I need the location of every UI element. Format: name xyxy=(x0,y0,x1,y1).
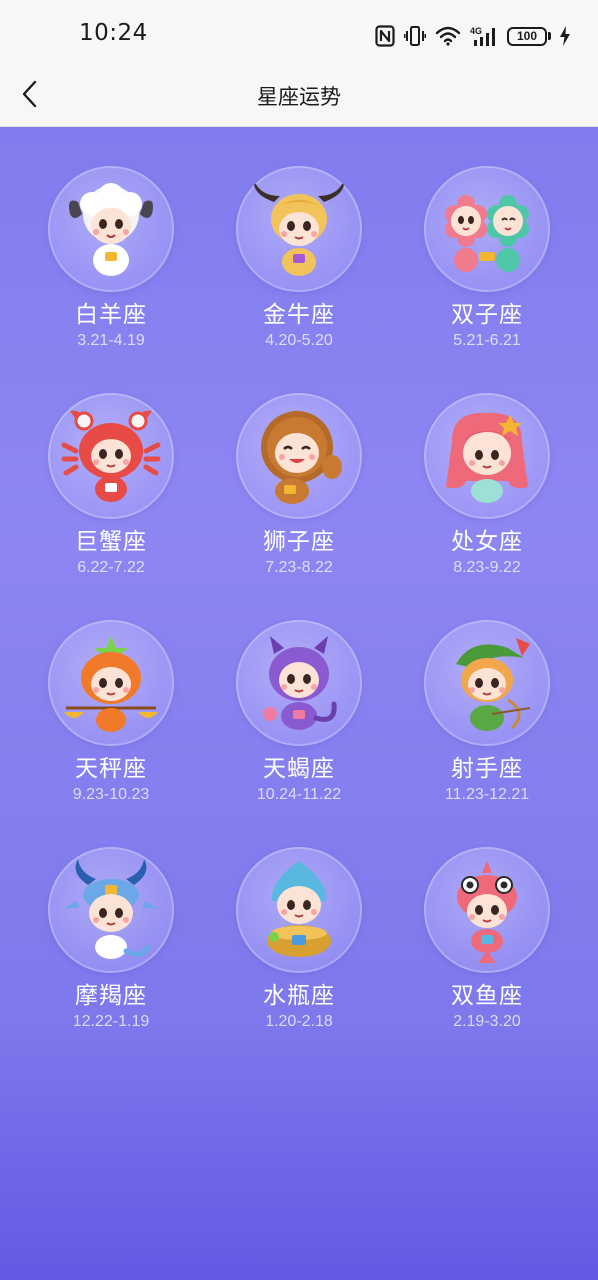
zodiac-item-pisces[interactable]: 双鱼座 2.19-3.20 xyxy=(393,847,581,1074)
aquarius-mascot-icon xyxy=(236,847,362,973)
zodiac-item-aquarius[interactable]: 水瓶座 1.20-2.18 xyxy=(205,847,393,1074)
capricorn-mascot-icon xyxy=(48,847,174,973)
taurus-mascot-icon xyxy=(236,166,362,292)
status-icons: 4G 100 xyxy=(375,22,570,50)
4g-signal-icon: 4G xyxy=(470,25,498,47)
zodiac-item-gemini[interactable]: 双子座 5.21-6.21 xyxy=(393,166,581,393)
zodiac-name: 白羊座 xyxy=(75,302,147,328)
zodiac-grid: 白羊座 3.21-4.19 金牛座 4.20-5.20 双子座 5.21-6.2… xyxy=(17,166,581,1074)
zodiac-name: 天秤座 xyxy=(75,756,147,782)
zodiac-item-cancer[interactable]: 巨蟹座 6.22-7.22 xyxy=(17,393,205,620)
sagittarius-mascot-icon xyxy=(424,620,550,746)
zodiac-date: 4.20-5.20 xyxy=(265,332,333,349)
cancer-mascot-icon xyxy=(48,393,174,519)
zodiac-name: 处女座 xyxy=(451,529,523,555)
status-bar: 10:24 4G 100 xyxy=(0,0,598,62)
zodiac-item-capricorn[interactable]: 摩羯座 12.22-1.19 xyxy=(17,847,205,1074)
zodiac-date: 6.22-7.22 xyxy=(77,559,145,576)
gemini-mascot-icon xyxy=(424,166,550,292)
zodiac-date: 11.23-12.21 xyxy=(444,786,530,803)
zodiac-date: 7.23-8.22 xyxy=(265,559,333,576)
page-title: 星座运势 xyxy=(257,85,341,109)
zodiac-item-leo[interactable]: 狮子座 7.23-8.22 xyxy=(205,393,393,620)
battery-icon: 100 xyxy=(507,26,551,46)
nav-bar: 星座运势 xyxy=(0,62,598,127)
zodiac-date: 1.20-2.18 xyxy=(265,1013,333,1030)
charging-icon xyxy=(560,26,570,46)
zodiac-item-sagittarius[interactable]: 射手座 11.23-12.21 xyxy=(393,620,581,847)
vibrate-icon xyxy=(404,26,426,46)
zodiac-name: 金牛座 xyxy=(263,302,335,328)
libra-mascot-icon xyxy=(48,620,174,746)
zodiac-date: 12.22-1.19 xyxy=(72,1013,150,1030)
zodiac-date: 3.21-4.19 xyxy=(77,332,145,349)
zodiac-date: 5.21-6.21 xyxy=(453,332,521,349)
zodiac-date: 8.23-9.22 xyxy=(453,559,521,576)
zodiac-name: 射手座 xyxy=(451,756,523,782)
zodiac-name: 巨蟹座 xyxy=(75,529,147,555)
zodiac-date: 2.19-3.20 xyxy=(453,1013,521,1030)
zodiac-name: 双鱼座 xyxy=(451,983,523,1009)
zodiac-item-taurus[interactable]: 金牛座 4.20-5.20 xyxy=(205,166,393,393)
scorpio-mascot-icon xyxy=(236,620,362,746)
zodiac-item-libra[interactable]: 天秤座 9.23-10.23 xyxy=(17,620,205,847)
zodiac-name: 摩羯座 xyxy=(75,983,147,1009)
zodiac-item-virgo[interactable]: 处女座 8.23-9.22 xyxy=(393,393,581,620)
zodiac-name: 水瓶座 xyxy=(263,983,335,1009)
network-type-label: 4G xyxy=(470,26,482,36)
zodiac-date: 9.23-10.23 xyxy=(72,786,150,803)
zodiac-date: 10.24-11.22 xyxy=(256,786,342,803)
aries-mascot-icon xyxy=(48,166,174,292)
nfc-icon xyxy=(375,25,395,47)
status-time: 10:24 xyxy=(79,20,148,46)
leo-mascot-icon xyxy=(236,393,362,519)
virgo-mascot-icon xyxy=(424,393,550,519)
zodiac-name: 天蝎座 xyxy=(263,756,335,782)
battery-level: 100 xyxy=(507,26,547,46)
zodiac-name: 狮子座 xyxy=(263,529,335,555)
zodiac-item-aries[interactable]: 白羊座 3.21-4.19 xyxy=(17,166,205,393)
wifi-icon xyxy=(435,26,461,46)
pisces-mascot-icon xyxy=(424,847,550,973)
zodiac-item-scorpio[interactable]: 天蝎座 10.24-11.22 xyxy=(205,620,393,847)
zodiac-name: 双子座 xyxy=(451,302,523,328)
